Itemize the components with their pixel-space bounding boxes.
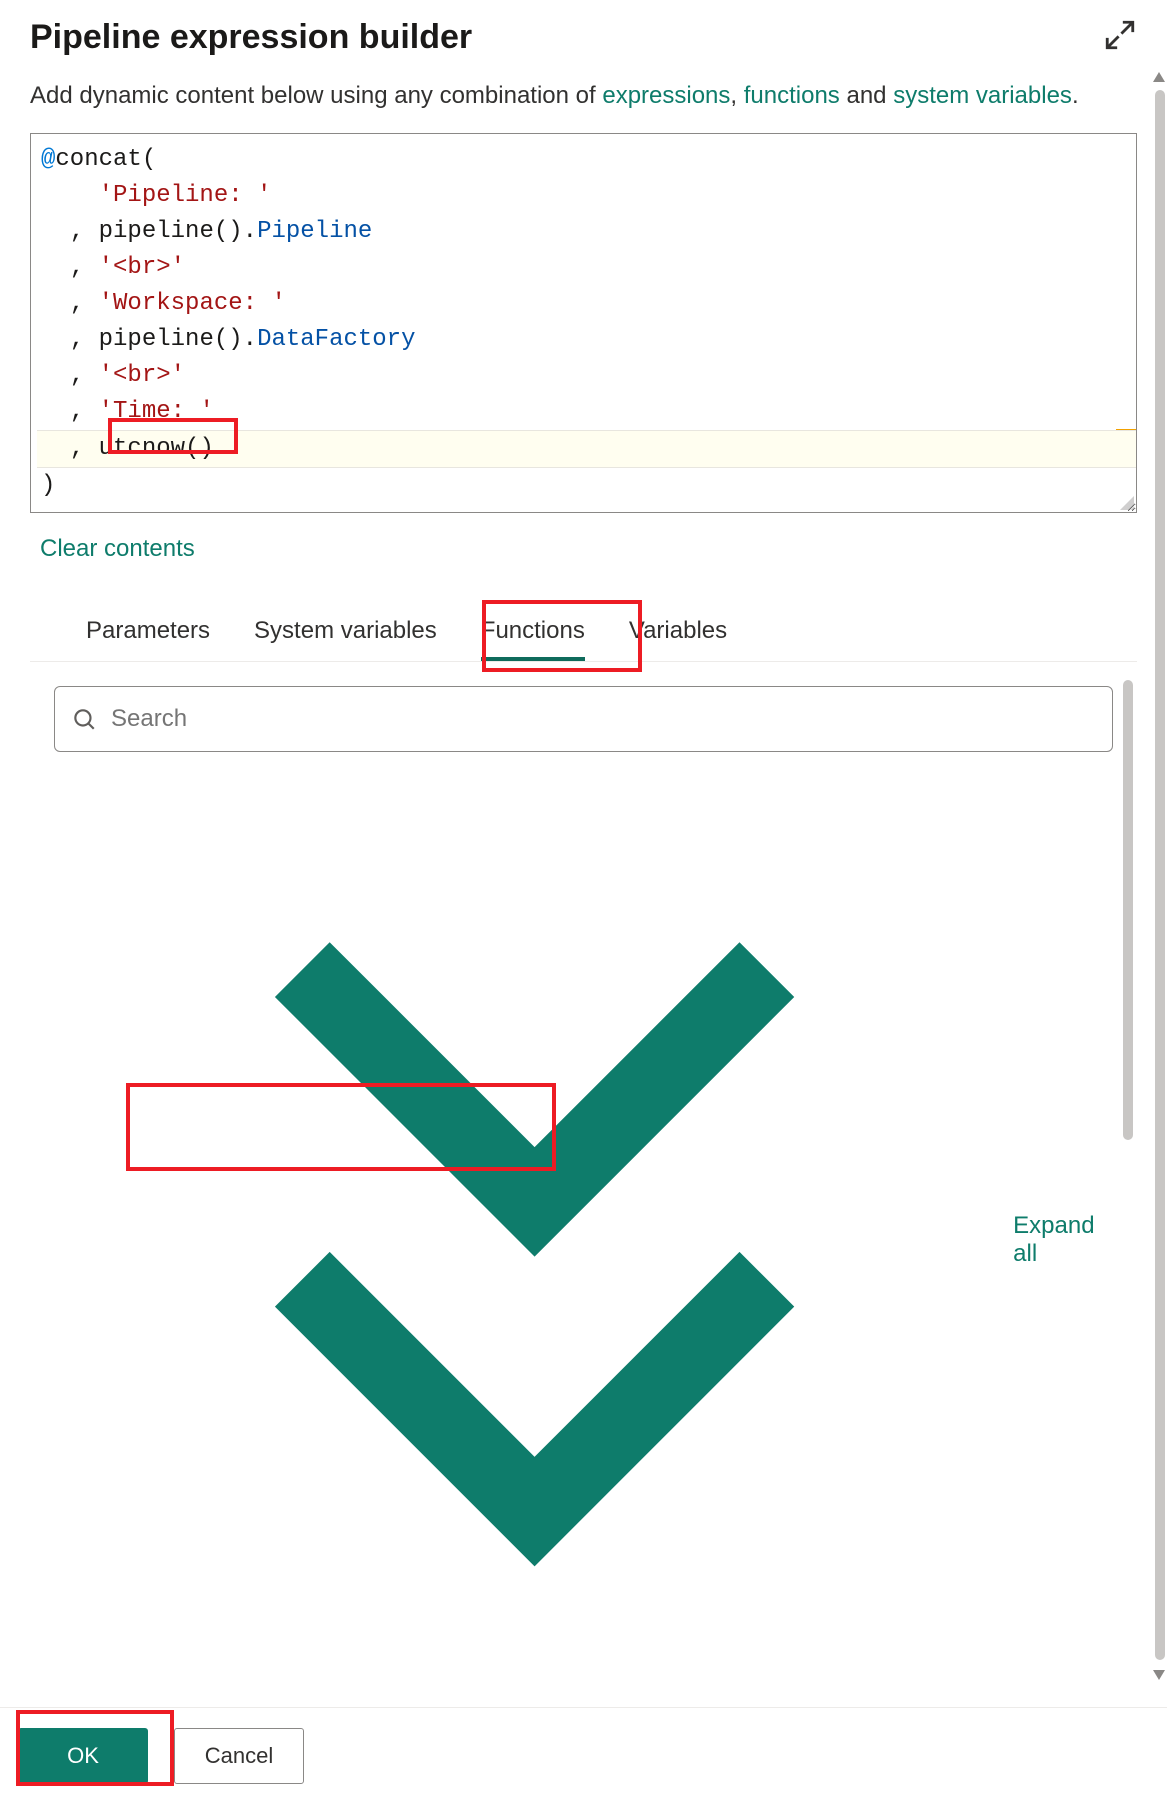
expression-editor[interactable]: @concat( 'Pipeline: ' , pipeline().Pipel…	[30, 133, 1137, 513]
functions-panel: Expand all Collection FunctionsConversio…	[30, 686, 1137, 1707]
panel-body: Pipeline expression builder Add dynamic …	[0, 0, 1167, 1707]
panel-scrollbar[interactable]	[1155, 90, 1165, 1660]
subtitle: Add dynamic content below using any comb…	[30, 79, 1137, 113]
search-input[interactable]	[111, 705, 1096, 733]
search-icon	[71, 706, 97, 732]
code-line[interactable]: , pipeline().Pipeline	[37, 214, 1136, 250]
scroll-down-icon[interactable]	[1151, 1668, 1167, 1682]
expand-all-link[interactable]: Expand all	[54, 776, 1113, 1705]
code-line[interactable]: , 'Time: '	[37, 394, 1136, 430]
code-line[interactable]: , pipeline().DataFactory	[37, 322, 1136, 358]
code-line[interactable]: )	[37, 468, 1136, 504]
code-line[interactable]: , '<br>'	[37, 250, 1136, 286]
code-line[interactable]: , utcnow()	[37, 430, 1136, 468]
footer: OK Cancel	[0, 1707, 1167, 1804]
tab-functions[interactable]: Functions	[481, 605, 585, 661]
code-line[interactable]: , '<br>'	[37, 358, 1136, 394]
tab-system-variables[interactable]: System variables	[254, 605, 437, 661]
scroll-up-icon[interactable]	[1151, 70, 1167, 84]
tabs: Parameters System variables Functions Varia…	[30, 605, 1137, 662]
ok-button[interactable]: OK	[18, 1728, 148, 1784]
link-expressions[interactable]: expressions	[602, 82, 730, 109]
link-functions[interactable]: functions	[744, 82, 840, 109]
link-system-variables[interactable]: system variables	[893, 82, 1072, 109]
tab-parameters[interactable]: Parameters	[86, 605, 210, 661]
code-line[interactable]: @concat(	[37, 142, 1136, 178]
clear-contents-link[interactable]: Clear contents	[40, 535, 195, 563]
tab-variables[interactable]: Variables	[629, 605, 727, 661]
page-title: Pipeline expression builder	[30, 18, 472, 57]
code-line[interactable]: , 'Workspace: '	[37, 286, 1136, 322]
functions-scrollbar[interactable]	[1123, 680, 1133, 1140]
cancel-button[interactable]: Cancel	[174, 1728, 304, 1784]
expand-icon[interactable]	[1103, 18, 1137, 52]
search-box[interactable]	[54, 686, 1113, 752]
code-line[interactable]: 'Pipeline: '	[37, 178, 1136, 214]
double-chevron-down-icon	[70, 776, 999, 1705]
